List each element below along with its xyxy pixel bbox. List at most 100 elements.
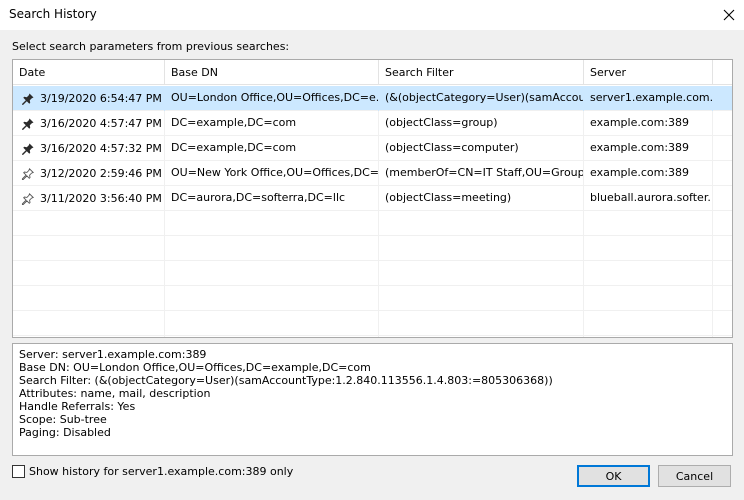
cell-search-filter: (&(objectCategory=User)(samAccou... [379,86,584,111]
grid-header: Date Base DN Search Filter Server [13,60,732,85]
detail-paging: Paging: Disabled [19,426,111,439]
detail-attributes: Attributes: name, mail, description [19,387,211,400]
cell-date-text: 3/12/2020 2:59:46 PM [40,166,162,180]
cell-server-text: example.com:389 [590,141,690,154]
cell-date: 3/16/2020 4:57:47 PM [13,111,165,136]
close-button[interactable] [714,0,744,30]
cell-server-text: example.com:389 [590,166,690,179]
cell-search-filter: (objectClass=group) [379,111,584,136]
cell-server [584,311,713,336]
cell-base-dn [165,311,379,336]
prompt-label: Select search parameters from previous s… [12,40,290,53]
cell-date: 3/11/2020 3:56:40 PM [13,186,165,211]
cell-date [13,336,165,337]
cell-search-filter [379,211,584,236]
empty-row [13,211,732,236]
detail-scope: Scope: Sub-tree [19,413,107,426]
cell-server-text: server1.example.com... [590,91,713,104]
empty-row [13,311,732,336]
cell-base-dn [165,211,379,236]
cell-base-dn: DC=example,DC=com [165,111,379,136]
cell-base-dn-text: DC=example,DC=com [171,141,297,154]
cell-search-filter-text: (objectClass=group) [385,116,498,129]
cell-base-dn-text: DC=example,DC=com [171,116,297,129]
column-header-date[interactable]: Date [13,60,165,85]
empty-row [13,236,732,261]
cell-server [584,336,713,337]
show-history-checkbox-wrap[interactable]: Show history for server1.example.com:389… [12,465,293,478]
cell-date: 3/16/2020 4:57:32 PM [13,136,165,161]
cell-search-filter-text: (objectClass=meeting) [385,191,512,204]
cell-date-text: 3/16/2020 4:57:32 PM [40,141,162,155]
cell-server [584,211,713,236]
cell-base-dn: OU=London Office,OU=Offices,DC=e... [165,86,379,111]
empty-row [13,286,732,311]
column-header-search-filter[interactable]: Search Filter [379,60,584,85]
cell-base-dn [165,236,379,261]
cell-date [13,261,165,286]
detail-base-dn: Base DN: OU=London Office,OU=Offices,DC=… [19,361,371,374]
cell-date: 3/12/2020 2:59:46 PM [13,161,165,186]
detail-search-filter: Search Filter: (&(objectCategory=User)(s… [19,374,553,387]
ok-button[interactable]: OK [577,465,650,487]
cell-date-text: 3/16/2020 4:57:47 PM [40,116,162,130]
show-history-label[interactable]: Show history for server1.example.com:389… [29,465,293,478]
cell-date [13,286,165,311]
window-title: Search History [9,7,97,21]
cell-server-text: blueball.aurora.softer... [590,191,713,204]
cell-search-filter: (memberOf=CN=IT Staff,OU=Group... [379,161,584,186]
cell-server [584,236,713,261]
title-bar: Search History [0,0,744,30]
history-grid[interactable]: Date Base DN Search Filter Server 3/19/2… [12,59,733,338]
cell-date [13,236,165,261]
column-header-base-dn[interactable]: Base DN [165,60,379,85]
cell-server: blueball.aurora.softer... [584,186,713,211]
cell-server-text: example.com:389 [590,116,690,129]
cell-search-filter [379,236,584,261]
table-row[interactable]: 3/11/2020 3:56:40 PM DC=aurora,DC=softerr… [13,186,732,211]
empty-row [13,336,732,337]
pin-outline-icon[interactable] [21,167,35,181]
cell-base-dn-text: OU=New York Office,OU=Offices,DC=... [171,166,379,179]
show-history-checkbox[interactable] [12,465,25,478]
table-row[interactable]: 3/16/2020 4:57:47 PM DC=example,DC=com (ob… [13,111,732,136]
pin-filled-icon[interactable] [21,117,35,131]
cell-server: example.com:389 [584,111,713,136]
cell-base-dn [165,286,379,311]
details-panel: Server: server1.example.com:389 Base DN:… [12,343,733,456]
cell-search-filter [379,286,584,311]
cell-date [13,211,165,236]
cell-search-filter-text: (&(objectCategory=User)(samAccou... [385,91,584,104]
cell-search-filter: (objectClass=meeting) [379,186,584,211]
close-icon [723,9,735,21]
detail-handle-referrals: Handle Referrals: Yes [19,400,136,413]
pin-filled-icon[interactable] [21,92,35,106]
table-row[interactable]: 3/16/2020 4:57:32 PM DC=example,DC=com (ob… [13,136,732,161]
detail-server: Server: server1.example.com:389 [19,348,207,361]
cell-base-dn: DC=example,DC=com [165,136,379,161]
cell-date [13,311,165,336]
cell-base-dn [165,336,379,337]
cell-server [584,261,713,286]
cell-search-filter-text: (objectClass=computer) [385,141,519,154]
cell-server: server1.example.com... [584,86,713,111]
cell-server: example.com:389 [584,161,713,186]
cell-date-text: 3/11/2020 3:56:40 PM [40,191,162,205]
cancel-button[interactable]: Cancel [658,465,731,487]
cell-base-dn: OU=New York Office,OU=Offices,DC=... [165,161,379,186]
column-header-server[interactable]: Server [584,60,713,85]
cell-base-dn-text: DC=aurora,DC=softerra,DC=llc [171,191,346,204]
cell-search-filter [379,311,584,336]
cell-date: 3/19/2020 6:54:47 PM [13,86,165,111]
pin-filled-icon[interactable] [21,142,35,156]
cell-date-text: 3/19/2020 6:54:47 PM [40,91,162,105]
empty-row [13,261,732,286]
cell-search-filter: (objectClass=computer) [379,136,584,161]
table-row[interactable]: 3/19/2020 6:54:47 PM OU=London Office,OU=… [13,86,732,111]
cell-base-dn-text: OU=London Office,OU=Offices,DC=e... [171,91,379,104]
pin-outline-icon[interactable] [21,192,35,206]
cell-server: example.com:389 [584,136,713,161]
cell-server [584,286,713,311]
table-row[interactable]: 3/12/2020 2:59:46 PM OU=New York Office,O… [13,161,732,186]
cell-base-dn: DC=aurora,DC=softerra,DC=llc [165,186,379,211]
